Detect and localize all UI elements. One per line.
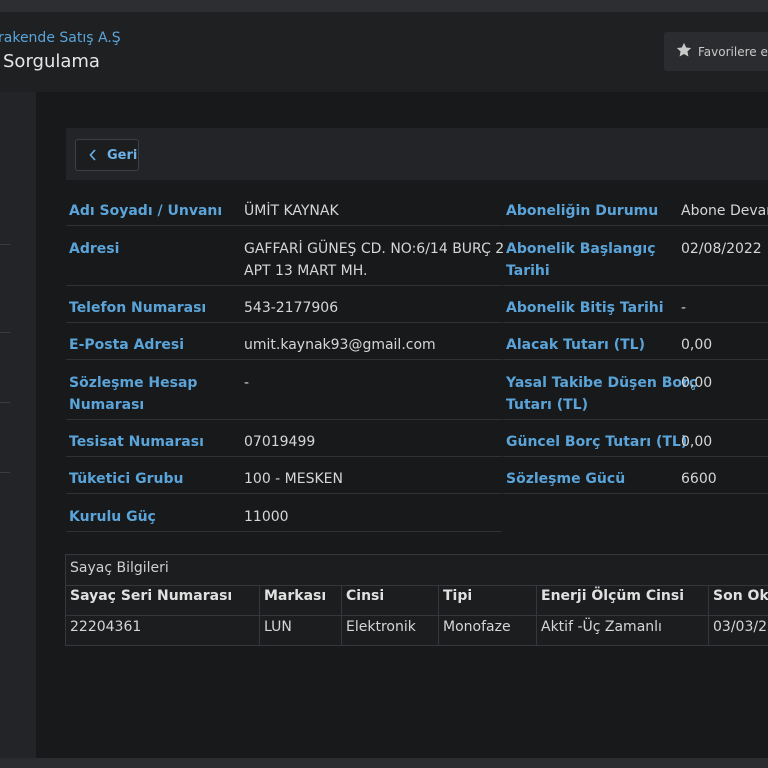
column-divider — [536, 585, 537, 645]
value-full-name: ÜMİT KAYNAK — [244, 203, 339, 219]
column-header-energy-measurement[interactable]: Enerji Ölçüm Cinsi — [541, 588, 684, 604]
label-phone: Telefon Numarası — [69, 300, 207, 316]
value-installed-power: 11000 — [244, 509, 289, 525]
table-cell-brand: LUN — [264, 619, 292, 635]
label-subscription-start-line2: Tarihi — [506, 263, 550, 279]
value-phone: 543-2177906 — [244, 300, 339, 316]
label-subscription-start-line1: Abonelik Başlangıç — [506, 241, 656, 257]
row-divider — [503, 419, 768, 420]
back-button-label: Geri — [107, 147, 138, 163]
label-full-name: Adı Soyadı / Unvanı — [69, 203, 223, 219]
label-installed-power: Kurulu Güç — [69, 509, 156, 525]
table-cell-last-reading: 03/03/20 — [713, 619, 768, 635]
row-divider — [66, 285, 502, 286]
label-email: E-Posta Adresi — [69, 337, 184, 353]
star-icon — [675, 41, 693, 63]
action-panel — [66, 128, 768, 180]
meter-info-title: Sayaç Bilgileri — [70, 560, 169, 576]
value-subscription-end: - — [681, 300, 687, 316]
sidebar-divider — [0, 402, 10, 403]
main-content — [36, 92, 768, 758]
label-subscription-status: Aboneliğin Durumu — [506, 203, 659, 219]
row-divider — [503, 322, 768, 323]
label-legal-debt-line2: Tutarı (TL) — [506, 397, 588, 413]
label-address: Adresi — [69, 241, 120, 257]
sidebar-divider — [0, 472, 10, 473]
table-cell-energy-measurement: Aktif -Üç Zamanlı — [541, 619, 662, 635]
label-contract-power: Sözleşme Gücü — [506, 471, 626, 487]
label-contract-account-line2: Numarası — [69, 397, 145, 413]
add-to-favorites-button[interactable]: Favorilere ek — [664, 32, 768, 71]
label-subscription-end: Abonelik Bitiş Tarihi — [506, 300, 664, 316]
value-address-line2: APT 13 MART MH. — [244, 263, 368, 279]
table-divider — [66, 585, 768, 586]
column-header-last-reading[interactable]: Son Oku — [713, 588, 768, 604]
label-legal-debt-line1: Yasal Takibe Düşen Borç — [506, 375, 698, 391]
row-divider — [503, 493, 768, 494]
sidebar-divider — [0, 244, 10, 245]
sidebar-divider — [0, 332, 10, 333]
value-contract-account: - — [244, 375, 250, 391]
row-divider — [66, 531, 502, 532]
bottom-bar — [0, 758, 768, 768]
table-divider — [66, 615, 768, 616]
column-divider — [259, 585, 260, 645]
column-header-kind[interactable]: Cinsi — [346, 588, 384, 604]
sidebar — [0, 92, 36, 758]
label-consumer-group: Tüketici Grubu — [69, 471, 184, 487]
row-divider — [66, 419, 502, 420]
value-email: umit.kaynak93@gmail.com — [244, 337, 436, 353]
value-consumer-group: 100 - MESKEN — [244, 471, 343, 487]
column-divider — [341, 585, 342, 645]
table-cell-type: Monofaze — [443, 619, 511, 635]
page-header — [0, 12, 768, 92]
value-current-debt: 0,00 — [681, 434, 713, 450]
column-header-serial-number[interactable]: Sayaç Seri Numarası — [70, 588, 232, 604]
row-divider — [503, 456, 768, 457]
label-contract-account-line1: Sözleşme Hesap — [69, 375, 198, 391]
value-subscription-start: 02/08/2022 — [681, 241, 762, 257]
top-bar — [0, 0, 768, 12]
value-installation-number: 07019499 — [244, 434, 316, 450]
column-divider — [708, 585, 709, 645]
column-header-type[interactable]: Tipi — [443, 588, 472, 604]
back-button[interactable]: Geri — [75, 139, 139, 171]
table-cell-serial-number: 22204361 — [70, 619, 142, 635]
column-divider — [438, 585, 439, 645]
chevron-left-icon — [89, 146, 97, 165]
row-divider — [66, 359, 502, 360]
value-legal-debt: 0,00 — [681, 375, 713, 391]
value-contract-power: 6600 — [681, 471, 717, 487]
value-receivable-amount: 0,00 — [681, 337, 713, 353]
row-divider — [503, 225, 768, 226]
value-subscription-status: Abone Devam — [681, 203, 768, 219]
table-cell-kind: Elektronik — [346, 619, 416, 635]
label-receivable-amount: Alacak Tutarı (TL) — [506, 337, 645, 353]
row-divider — [66, 322, 502, 323]
row-divider — [503, 359, 768, 360]
label-current-debt: Güncel Borç Tutarı (TL) — [506, 434, 688, 450]
row-divider — [66, 456, 502, 457]
column-header-brand[interactable]: Markası — [264, 588, 326, 604]
company-name: rakende Satış A.Ş — [0, 30, 121, 46]
add-to-favorites-label: Favorilere ek — [698, 44, 768, 59]
page-title: Sorgulama — [3, 51, 100, 72]
row-divider — [66, 493, 502, 494]
label-installation-number: Tesisat Numarası — [69, 434, 204, 450]
row-divider — [503, 285, 768, 286]
row-divider — [66, 225, 502, 226]
value-address-line1: GAFFARİ GÜNEŞ CD. NO:6/14 BURÇ 2 — [244, 241, 505, 257]
